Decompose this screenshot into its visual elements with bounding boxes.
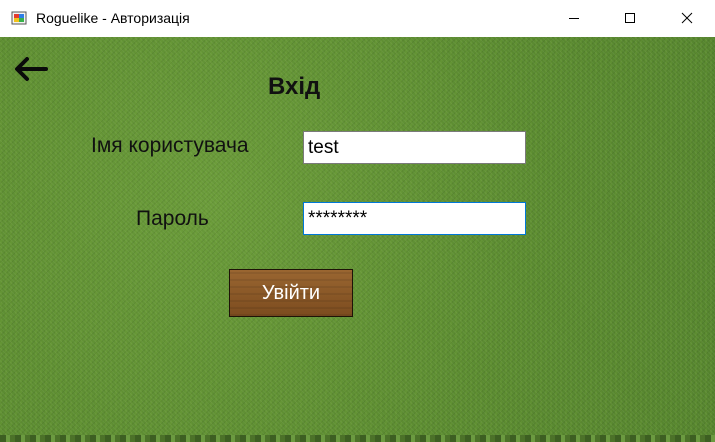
maximize-icon bbox=[625, 13, 635, 23]
username-label: Імя користувача bbox=[91, 134, 249, 157]
app-window: Roguelike - Авторизація Вхід Імя користу… bbox=[0, 0, 715, 442]
window-title: Roguelike - Авторизація bbox=[36, 10, 190, 26]
close-button[interactable] bbox=[664, 0, 710, 36]
maximize-button[interactable] bbox=[607, 0, 653, 36]
close-icon bbox=[681, 12, 693, 24]
password-field[interactable] bbox=[303, 202, 526, 235]
login-button[interactable]: Увійти bbox=[229, 269, 353, 317]
minimize-icon bbox=[569, 18, 579, 19]
page-title: Вхід bbox=[268, 73, 321, 100]
username-field[interactable] bbox=[303, 131, 526, 164]
app-icon bbox=[11, 11, 27, 25]
login-form-area: Вхід Імя користувача Пароль Увійти bbox=[0, 37, 715, 442]
title-bar[interactable]: Roguelike - Авторизація bbox=[0, 0, 715, 37]
minimize-button[interactable] bbox=[551, 0, 597, 36]
password-label: Пароль bbox=[136, 207, 209, 230]
bottom-border-strip bbox=[0, 435, 715, 442]
arrow-left-icon[interactable] bbox=[12, 55, 50, 83]
